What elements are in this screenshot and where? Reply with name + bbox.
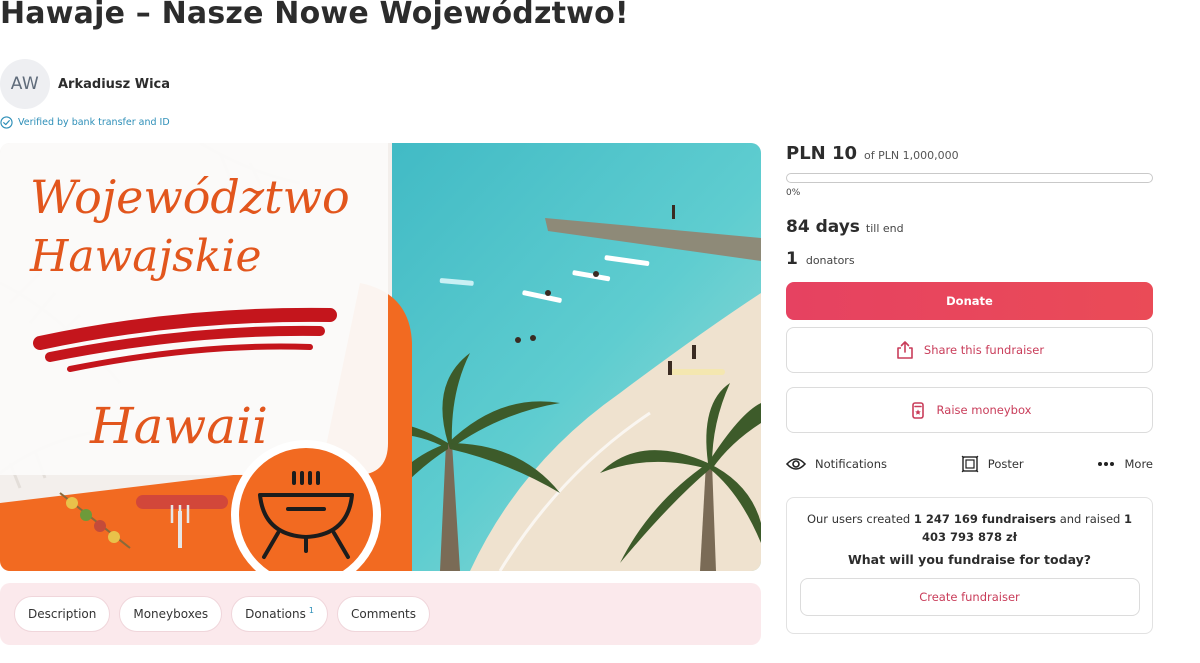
- hero-script-line3: Hawaii: [89, 397, 268, 455]
- promo-text-prefix: Our users created: [806, 512, 914, 526]
- donators-count: 1 donators: [786, 249, 1153, 269]
- tab-moneyboxes[interactable]: Moneyboxes: [119, 596, 223, 632]
- verified-text: Verified by bank transfer and ID: [18, 117, 170, 128]
- fundraiser-cover-image: Województwo Hawajskie Hawaii: [0, 143, 761, 571]
- tab-donations[interactable]: Donations 1: [231, 596, 328, 632]
- notifications-button[interactable]: Notifications: [786, 457, 887, 471]
- author-block[interactable]: AW Arkadiusz Wica: [0, 59, 170, 109]
- promo-text-middle: and raised: [1056, 512, 1125, 526]
- days-value: 84 days: [786, 217, 860, 237]
- amount-raised-value: PLN 10: [786, 143, 858, 164]
- raise-moneybox-label: Raise moneybox: [936, 403, 1032, 417]
- more-label: More: [1124, 457, 1153, 471]
- tab-description-label: Description: [28, 607, 97, 621]
- tab-moneyboxes-label: Moneyboxes: [133, 607, 209, 621]
- promo-question: What will you fundraise for today?: [847, 552, 1092, 567]
- secondary-actions: Notifications Poster More: [786, 455, 1153, 473]
- amount-goal: of PLN 1,000,000: [864, 149, 959, 162]
- donators-label: donators: [805, 254, 855, 267]
- avatar[interactable]: AW: [0, 59, 50, 109]
- progress-bar: [786, 173, 1153, 183]
- days-label: till end: [865, 222, 904, 235]
- promo-fundraisers-count: 1 247 169 fundraisers: [913, 512, 1057, 526]
- tab-comments[interactable]: Comments: [336, 596, 431, 632]
- platform-promo-card: Our users created 1 247 169 fundraisers …: [786, 497, 1153, 634]
- tab-comments-label: Comments: [350, 607, 417, 621]
- share-button[interactable]: Share this fundraiser: [786, 327, 1153, 373]
- tab-description[interactable]: Description: [14, 596, 111, 632]
- donators-value: 1: [786, 249, 798, 269]
- share-icon: [897, 341, 913, 359]
- eye-icon: [786, 458, 806, 470]
- progress-percent: 0%: [786, 188, 801, 198]
- share-button-label: Share this fundraiser: [923, 343, 1045, 357]
- hero-script-line1: Województwo: [30, 170, 350, 224]
- days-remaining: 84 days till end: [786, 217, 1153, 237]
- fundraiser-sidebar: PLN 10 of PLN 1,000,000 0% 84 days till …: [786, 143, 1153, 634]
- amount-raised: PLN 10 of PLN 1,000,000: [786, 143, 1153, 164]
- promo-stats-text: Our users created 1 247 169 fundraisers …: [799, 510, 1140, 546]
- create-fundraiser-button[interactable]: Create fundraiser: [799, 578, 1140, 616]
- check-circle-icon: [0, 116, 13, 129]
- verified-badge: Verified by bank transfer and ID: [0, 116, 170, 129]
- donate-button[interactable]: Donate: [786, 282, 1153, 320]
- more-dots-icon: [1098, 462, 1115, 466]
- moneybox-icon: [911, 402, 924, 419]
- donations-count-badge: 1: [308, 605, 314, 615]
- more-button[interactable]: More: [1097, 457, 1153, 471]
- tab-donations-label: Donations: [245, 607, 306, 621]
- author-name[interactable]: Arkadiusz Wica: [58, 77, 170, 92]
- poster-icon: [961, 455, 979, 473]
- poster-button[interactable]: Poster: [961, 455, 1024, 473]
- hero-script-line2: Hawajskie: [29, 231, 262, 282]
- poster-label: Poster: [987, 457, 1024, 471]
- notifications-label: Notifications: [815, 457, 887, 471]
- fundraiser-tabs: Description Moneyboxes Donations 1 Commen…: [0, 583, 761, 645]
- page-title: Hawaje – Nasze Nowe Województwo!: [0, 0, 629, 31]
- raise-moneybox-button[interactable]: Raise moneybox: [786, 387, 1153, 433]
